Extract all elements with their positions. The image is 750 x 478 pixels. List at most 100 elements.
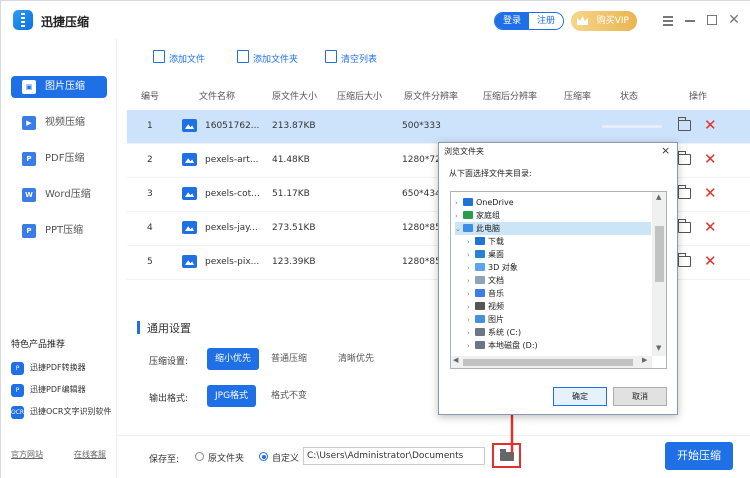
featured-pdf-editor[interactable]: P 迅捷PDF编辑器	[11, 383, 86, 397]
maximize-icon[interactable]	[705, 13, 719, 27]
delete-icon[interactable]: ✕	[704, 184, 717, 202]
table-row[interactable]: 1 16051762... 213.87KB 500*333 ✕	[127, 110, 750, 144]
col-name: 文件名称	[199, 92, 236, 102]
tree-label: OneDrive	[476, 198, 514, 207]
sidebar-item-image[interactable]: ▣ 图片压缩	[11, 76, 107, 98]
scroll-left-icon[interactable]: ◀	[453, 356, 458, 364]
tree-item-desktop[interactable]: › 桌面	[467, 248, 504, 261]
compress-option-clear[interactable]: 清晰优先	[330, 348, 382, 370]
tree-item-onedrive[interactable]: › OneDrive	[455, 196, 514, 209]
document-icon	[475, 276, 485, 284]
sidebar-item-pdf[interactable]: P PDF压缩	[11, 148, 107, 170]
sidebar-item-video[interactable]: ▶ 视频压缩	[11, 112, 107, 134]
table-header: 编号 文件名称 原文件大小 压缩后大小 原文件分辨率 压缩后分辨率 压缩率 状态…	[127, 83, 750, 107]
sidebar-item-ppt[interactable]: P PPT压缩	[11, 220, 107, 242]
tree-item-drive-c[interactable]: › 系统 (C:)	[467, 326, 521, 339]
row-size: 213.87KB	[272, 121, 316, 131]
tree-item-3d-objects[interactable]: › 3D 对象	[467, 261, 518, 274]
online-service-link[interactable]: 在线客服	[74, 449, 106, 460]
image-icon: ▣	[22, 80, 36, 94]
open-folder-icon[interactable]	[677, 117, 691, 131]
col-comp-res: 压缩后分辨率	[483, 92, 538, 102]
cancel-button[interactable]: 取消	[613, 387, 667, 406]
scroll-thumb[interactable]	[655, 226, 664, 282]
row-size: 273.51KB	[272, 223, 316, 233]
row-filename: pexels-pix...	[205, 257, 260, 267]
dialog-title: 浏览文件夹	[444, 147, 484, 156]
add-folder-button[interactable]: 添加文件夹	[237, 50, 298, 65]
tree-item-music[interactable]: › 音乐	[467, 287, 504, 300]
tree-label: 音乐	[488, 289, 504, 298]
add-file-button[interactable]: 添加文件	[153, 50, 205, 65]
scroll-up-icon[interactable]: ▲	[656, 193, 661, 201]
open-folder-icon[interactable]	[677, 253, 691, 267]
chevron-down-icon: ⌄	[455, 225, 461, 233]
login-button[interactable]: 登录	[495, 13, 529, 29]
folder-tree[interactable]: › OneDrive › 家庭组 ⌄ 此电脑 › 下载 › 桌面 › 3D 对象 › 文档 ›…	[450, 191, 667, 369]
radio-custom[interactable]: 自定义	[259, 451, 299, 464]
format-option-keep[interactable]: 格式不变	[263, 385, 315, 407]
radio-original-folder[interactable]: 原文件夹	[195, 451, 244, 464]
dialog-close-icon[interactable]: ×	[661, 144, 670, 157]
scroll-right-icon[interactable]: ▶	[642, 356, 647, 364]
tree-item-drive-d[interactable]: › 本地磁盘 (D:)	[467, 339, 538, 352]
open-folder-icon[interactable]	[677, 185, 691, 199]
scroll-down-icon[interactable]: ▼	[656, 344, 661, 352]
tree-item-homegroup[interactable]: › 家庭组	[455, 209, 500, 222]
row-size: 123.39KB	[272, 257, 316, 267]
open-folder-icon[interactable]	[677, 219, 691, 233]
register-button[interactable]: 注册	[529, 13, 563, 29]
app-window: 迅捷压缩 登录 注册 购买VIP ✕ ▣ 图片压缩 ▶ 视频压缩 P PDF压缩…	[0, 0, 750, 478]
tree-item-this-pc[interactable]: ⌄ 此电脑	[455, 222, 651, 235]
save-path-input[interactable]: C:\Users\Administrator\Documents	[303, 447, 485, 465]
radio-label: 原文件夹	[208, 454, 245, 464]
compress-option-small[interactable]: 缩小优先	[207, 348, 260, 370]
format-option-jpg[interactable]: JPG格式	[207, 385, 257, 407]
clear-list-button[interactable]: 清空列表	[325, 50, 377, 65]
delete-icon[interactable]: ✕	[704, 116, 717, 134]
computer-icon	[463, 224, 473, 232]
start-compress-button[interactable]: 开始压缩	[665, 442, 733, 470]
tree-label: 视频	[488, 302, 504, 311]
compress-option-normal[interactable]: 普通压缩	[263, 348, 315, 370]
official-site-link[interactable]: 官方网站	[11, 449, 43, 460]
add-file-icon	[153, 50, 165, 63]
tree-item-documents[interactable]: › 文档	[467, 274, 504, 287]
tree-item-downloads[interactable]: › 下载	[467, 235, 504, 248]
buy-vip-button[interactable]: 购买VIP	[571, 11, 637, 31]
delete-icon[interactable]: ✕	[704, 150, 717, 168]
close-icon[interactable]: ✕	[727, 13, 741, 27]
radio-label: 自定义	[272, 454, 300, 464]
bottom-bar: 保存至: 原文件夹 自定义 C:\Users\Administrator\Doc…	[117, 435, 750, 478]
tree-label: 家庭组	[476, 211, 500, 220]
progress-bar	[602, 125, 662, 128]
minimize-icon[interactable]	[683, 13, 697, 27]
word-icon: W	[22, 188, 36, 202]
ok-button[interactable]: 确定	[553, 387, 607, 406]
col-orig-res: 原文件分辨率	[404, 92, 459, 102]
featured-ocr[interactable]: OCR 迅捷OCR文字识别软件	[11, 405, 111, 419]
row-filename: pexels-art...	[205, 155, 259, 165]
scroll-thumb[interactable]	[463, 359, 633, 366]
horizontal-scrollbar[interactable]: ◀ ▶	[451, 356, 652, 368]
3d-icon	[475, 263, 485, 271]
sidebar-item-label: PDF压缩	[45, 153, 85, 164]
row-filename: 16051762...	[205, 121, 260, 131]
vertical-scrollbar[interactable]: ▲ ▼	[652, 192, 666, 356]
image-file-icon	[182, 221, 197, 234]
open-folder-icon[interactable]	[677, 151, 691, 165]
sidebar-item-word[interactable]: W Word压缩	[11, 184, 107, 206]
sidebar-item-label: 图片压缩	[45, 81, 85, 92]
delete-icon[interactable]: ✕	[704, 218, 717, 236]
col-status: 状态	[620, 92, 639, 102]
homegroup-icon	[463, 211, 473, 219]
col-action: 操作	[689, 92, 708, 102]
app-logo-icon	[13, 10, 33, 30]
tree-label: 文档	[488, 276, 504, 285]
row-num: 5	[147, 257, 153, 267]
menu-icon[interactable]	[661, 13, 675, 27]
delete-icon[interactable]: ✕	[704, 252, 717, 270]
featured-pdf-converter[interactable]: P 迅捷PDF转换器	[11, 361, 86, 375]
tree-item-pictures[interactable]: › 图片	[467, 313, 504, 326]
tree-item-videos[interactable]: › 视频	[467, 300, 504, 313]
